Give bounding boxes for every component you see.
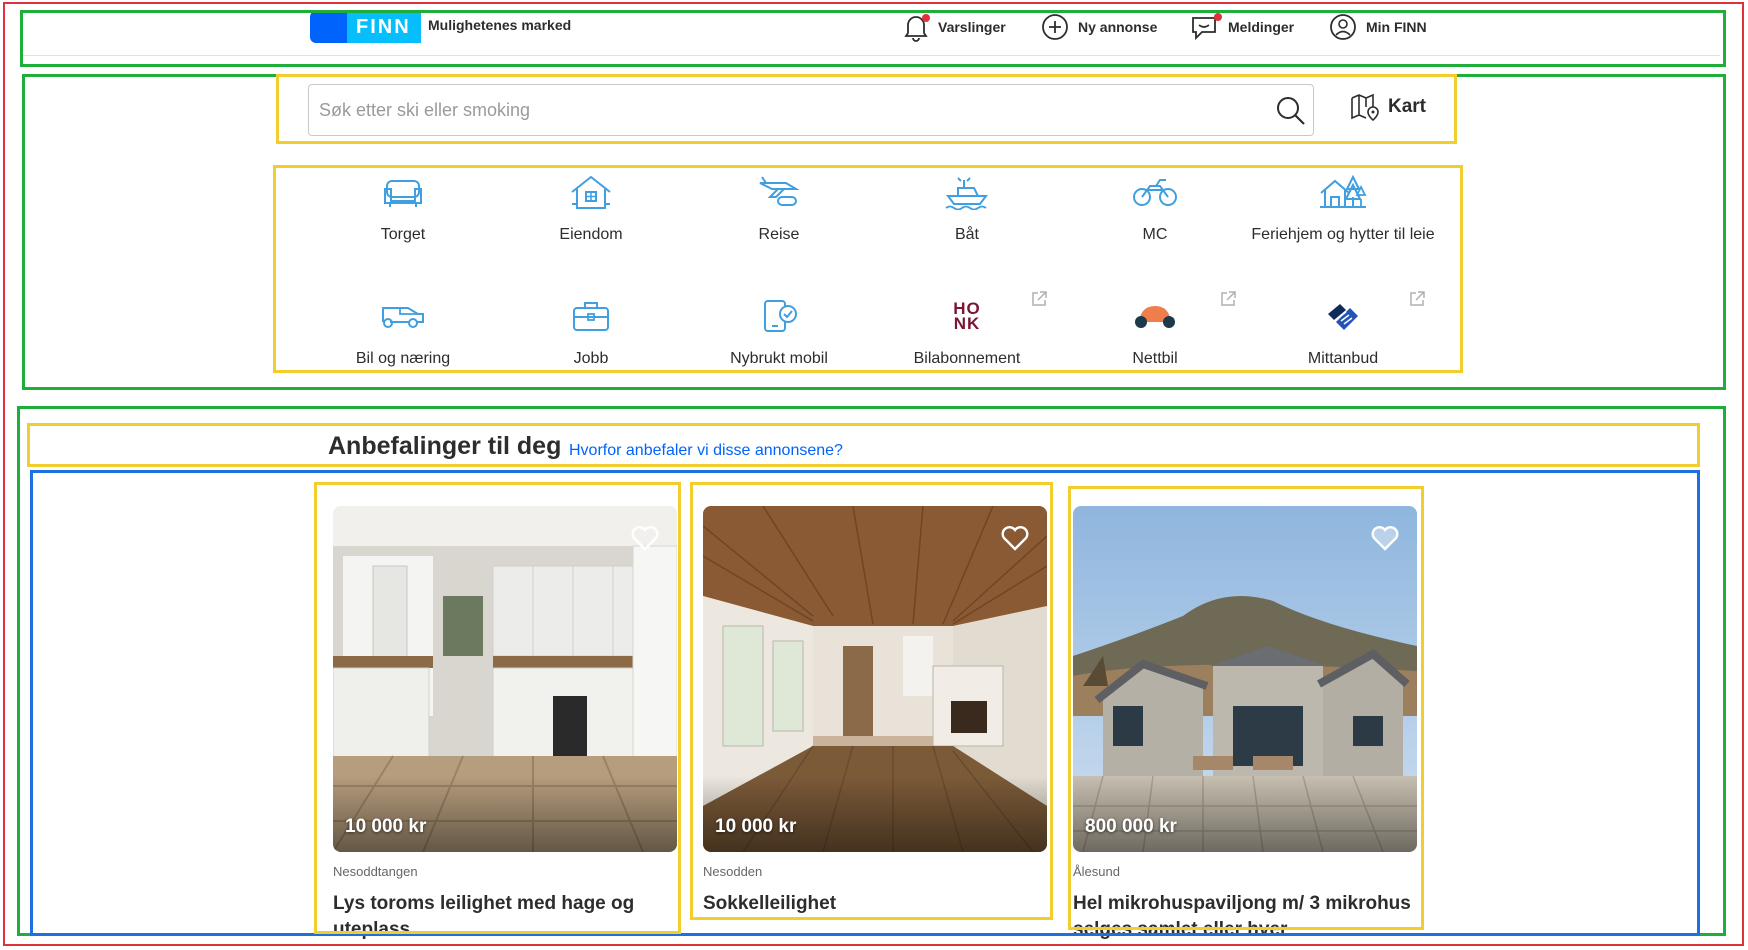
category-eiendom[interactable]: Eiendom (497, 170, 685, 245)
mobile-icon (764, 300, 797, 332)
listing-title[interactable]: Lys toroms leilighet med hage og uteplas… (333, 891, 677, 943)
category-label: Reise (758, 226, 800, 243)
annotation-frame-rec-header (27, 423, 1700, 467)
briefcase-icon (573, 302, 609, 331)
sofa-icon (384, 180, 422, 207)
category-label: Torget (380, 226, 426, 243)
external-link-icon[interactable] (1219, 290, 1237, 308)
nav-label: Ny annonse (1078, 19, 1158, 35)
nav-my-finn[interactable]: Min FINN (1328, 12, 1427, 42)
category-bil[interactable]: Bil og næring (309, 294, 497, 369)
search-input[interactable] (319, 85, 1249, 135)
external-link-icon[interactable] (1030, 290, 1048, 308)
user-circle-icon (1330, 14, 1356, 40)
microhouse-photo (1073, 506, 1417, 852)
tagline: Mulighetenes marked (428, 17, 572, 33)
category-reise[interactable]: Reise (685, 170, 873, 245)
message-dot (1214, 13, 1222, 21)
listing-image[interactable]: 10 000 kr (333, 506, 677, 852)
nav-label: Min FINN (1366, 19, 1427, 35)
car-icon (382, 307, 424, 328)
listing-image[interactable]: 10 000 kr (703, 506, 1047, 852)
listing-price: 10 000 kr (345, 816, 427, 837)
mittanbud-logo (1328, 304, 1358, 330)
nettbil-logo (1135, 306, 1175, 328)
house-icon (571, 175, 611, 209)
listing-image[interactable]: 800 000 kr (1073, 506, 1417, 852)
notification-dot (922, 14, 930, 22)
recommendations-title: Anbefalinger til deg (328, 432, 562, 460)
category-torget[interactable]: Torget (309, 170, 497, 245)
category-label: Båt (954, 226, 979, 243)
search-bar (308, 84, 1314, 136)
category-label: Bil og næring (355, 350, 451, 367)
listing-title[interactable]: Hel mikrohuspaviljong m/ 3 mikrohus selg… (1073, 891, 1417, 943)
category-label: Jobb (573, 350, 609, 367)
listing-card[interactable]: 800 000 kr Ålesund Hel mikrohuspaviljong… (1073, 506, 1417, 943)
listing-card[interactable]: 10 000 kr Nesodden Sokkelleilighet (703, 506, 1047, 917)
category-label: Mittanbud (1307, 350, 1379, 367)
motorcycle-icon (1133, 179, 1177, 206)
category-mc[interactable]: MC (1061, 170, 1249, 245)
honk-logo: HONK (953, 299, 981, 333)
category-label: Nybrukt mobil (730, 350, 828, 367)
external-link-icon[interactable] (1408, 290, 1426, 308)
favorite-heart-icon[interactable] (999, 522, 1031, 554)
listing-location: Nesodden (703, 864, 763, 879)
listing-card[interactable]: 10 000 kr Nesoddtangen Lys toroms leilig… (333, 506, 677, 943)
category-label: Nettbil (1132, 350, 1178, 367)
search-icon[interactable] (1275, 95, 1307, 127)
category-label: Feriehjem og hytter til leie (1251, 226, 1435, 243)
header-divider (20, 55, 1720, 56)
nav-notifications[interactable]: Varslinger (902, 12, 1006, 42)
cabin-icon (1320, 174, 1367, 208)
category-bat[interactable]: Båt (873, 170, 1061, 245)
living-room-photo (703, 506, 1047, 852)
listing-location: Ålesund (1073, 864, 1120, 879)
map-icon (1351, 93, 1379, 121)
map-link[interactable]: Kart (1350, 92, 1426, 122)
favorite-heart-icon[interactable] (1369, 522, 1401, 554)
listing-price: 800 000 kr (1085, 816, 1177, 837)
top-header: FINN Mulighetenes marked Varslinger Ny a… (0, 0, 1748, 56)
category-jobb[interactable]: Jobb (497, 294, 685, 369)
listing-price: 10 000 kr (715, 816, 797, 837)
category-nybrukt-mobil[interactable]: Nybrukt mobil (685, 294, 873, 369)
category-label: MC (1142, 226, 1168, 243)
category-label: Eiendom (559, 226, 623, 243)
map-label: Kart (1388, 96, 1427, 117)
finn-logo-mark (310, 11, 347, 43)
nav-label: Meldinger (1228, 19, 1295, 35)
favorite-heart-icon[interactable] (629, 522, 661, 554)
listing-location: Nesoddtangen (333, 864, 418, 879)
plane-icon (759, 176, 800, 206)
plus-circle-icon (1042, 14, 1068, 40)
boat-icon (945, 177, 988, 210)
category-feriehjem[interactable]: Feriehjem og hytter til leie (1249, 170, 1437, 245)
nav-new-ad[interactable]: Ny annonse (1040, 12, 1157, 42)
nav-label: Varslinger (938, 19, 1006, 35)
finn-logo[interactable]: FINN (310, 11, 421, 43)
nav-messages[interactable]: Meldinger (1190, 12, 1294, 42)
listing-title[interactable]: Sokkelleilighet (703, 891, 1047, 917)
finn-logo-text: FINN (346, 11, 421, 43)
why-recommended-link[interactable]: Hvorfor anbefaler vi disse annonsene? (569, 442, 843, 460)
category-label: Bilabonnement (913, 350, 1021, 367)
kitchen-photo (333, 506, 677, 852)
